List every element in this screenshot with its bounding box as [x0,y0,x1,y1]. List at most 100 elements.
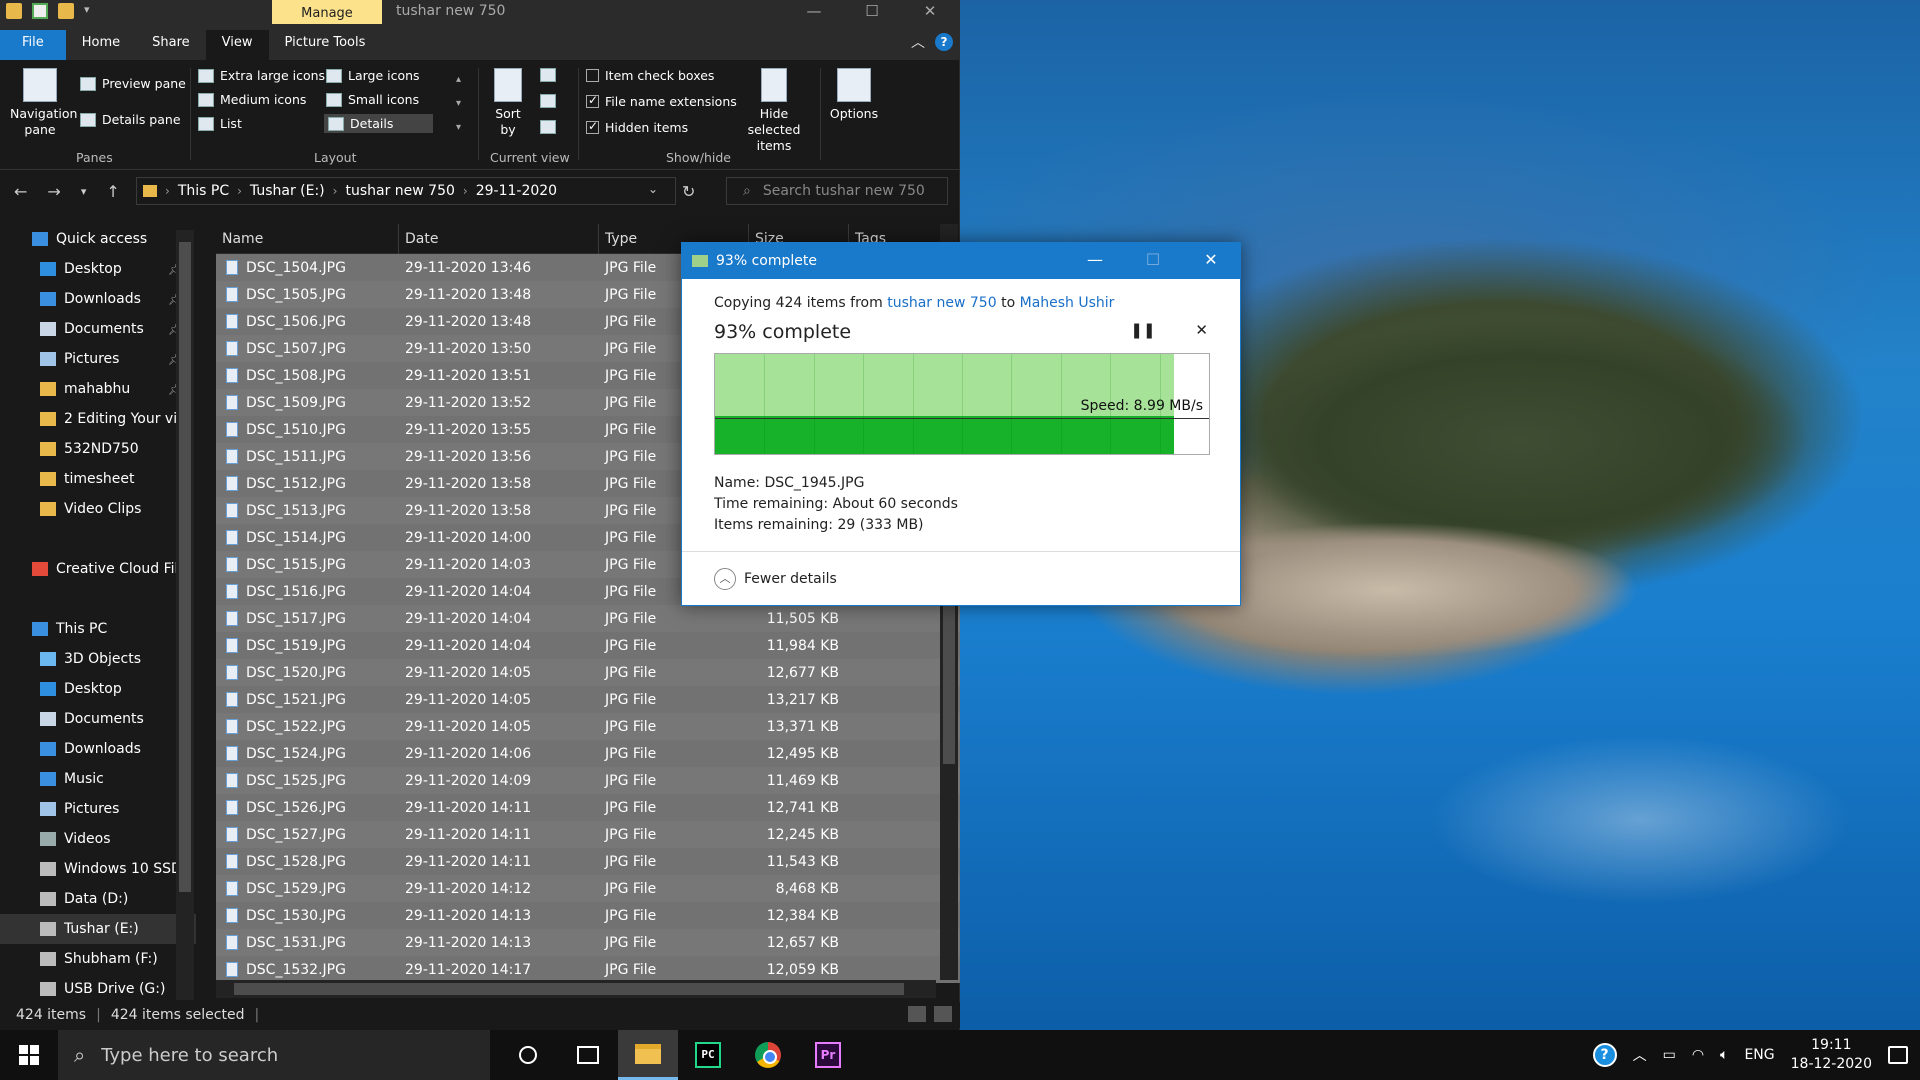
small-icons-option[interactable]: Small icons [326,92,419,107]
hide-selected-items-button[interactable]: Hide selected items [732,68,816,154]
size-columns-button[interactable] [540,120,556,134]
minimize-icon[interactable]: — [1066,243,1124,279]
help-icon[interactable]: ? [1592,1043,1617,1067]
sidebar-item[interactable]: This PC [0,614,196,644]
close-icon[interactable]: ✕ [901,0,959,24]
table-row[interactable]: DSC_1526.JPG 29-11-2020 14:11 JPG File 12,7… [216,794,960,821]
table-row[interactable]: DSC_1530.JPG 29-11-2020 14:13 JPG File 12,3… [216,902,960,929]
sidebar-item[interactable]: Downloads [0,734,196,764]
table-row[interactable]: DSC_1521.JPG 29-11-2020 14:05 JPG File 13,2… [216,686,960,713]
table-row[interactable]: DSC_1529.JPG 29-11-2020 14:12 JPG File 8,46… [216,875,960,902]
breadcrumb-this-pc[interactable]: This PC [178,183,229,199]
add-columns-button[interactable] [540,94,556,108]
list-option[interactable]: List [198,116,242,131]
forward-arrow-icon[interactable]: → [47,182,60,202]
sidebar-item[interactable]: 532ND750 [0,434,196,464]
table-row[interactable]: DSC_1520.JPG 29-11-2020 14:05 JPG File 12,6… [216,659,960,686]
column-header-date[interactable]: Date [399,224,599,254]
clock[interactable]: 19:11 18-12-2020 [1791,1036,1872,1074]
sidebar-item[interactable]: Tushar (E:) [0,914,196,944]
breadcrumb-drive[interactable]: Tushar (E:) [250,183,325,199]
task-view-button[interactable] [558,1030,618,1080]
new-folder-icon[interactable] [58,3,74,19]
preview-pane-button[interactable]: Preview pane [80,76,186,91]
customize-toolbar-icon[interactable]: ▾ [84,3,90,19]
chevron-right-icon[interactable]: › [165,184,170,198]
table-row[interactable]: DSC_1527.JPG 29-11-2020 14:11 JPG File 12,2… [216,821,960,848]
file-name-extensions-checkbox[interactable] [586,93,599,108]
notification-icon[interactable] [1888,1046,1908,1064]
sidebar-item[interactable]: mahabhu📌︎ [0,374,196,404]
premiere-taskbar-button[interactable]: Pr [798,1030,858,1080]
sidebar-item[interactable]: USB Drive (G:) [0,974,196,1000]
table-row[interactable]: DSC_1525.JPG 29-11-2020 14:09 JPG File 11,4… [216,767,960,794]
collapse-ribbon-icon[interactable]: ︿ [911,32,925,52]
up-arrow-icon[interactable]: ↑ [106,182,119,202]
tab-picture-tools[interactable]: Picture Tools [269,30,382,60]
maximize-icon[interactable]: ☐ [843,0,901,24]
start-button[interactable] [0,1030,58,1080]
large-icons-view-icon[interactable] [934,1006,952,1022]
file-explorer-taskbar-button[interactable] [618,1030,678,1080]
search-input[interactable]: ⌕ Search tushar new 750 [726,177,948,205]
chevron-up-icon[interactable]: ︿ [1633,1045,1647,1065]
chrome-taskbar-button[interactable] [738,1030,798,1080]
details-option[interactable]: Details [324,114,434,133]
sidebar-item[interactable]: Quick access [0,224,196,254]
horizontal-scrollbar[interactable] [216,980,936,998]
pycharm-taskbar-button[interactable]: PC [678,1030,738,1080]
source-folder-link[interactable]: tushar new 750 [887,295,996,311]
item-check-boxes-toggle[interactable]: Item check boxes [586,68,714,83]
layout-scroll-icon[interactable]: ▴ ▾ ▾ [456,68,461,140]
scrollbar-thumb[interactable] [234,983,904,995]
recent-locations-icon[interactable]: ▾ [81,182,87,202]
tab-view[interactable]: View [205,30,269,60]
file-name-extensions-toggle[interactable]: File name extensions [586,93,737,109]
sidebar-item[interactable]: Desktop📌︎ [0,254,196,284]
sidebar-item[interactable]: Downloads📌︎ [0,284,196,314]
hidden-items-toggle[interactable]: Hidden items [586,119,688,135]
table-row[interactable]: DSC_1517.JPG 29-11-2020 14:04 JPG File 11,5… [216,605,960,632]
breadcrumb-folder[interactable]: tushar new 750 [345,183,454,199]
scrollbar-thumb[interactable] [179,242,191,892]
large-icons-option[interactable]: Large icons [326,68,420,83]
sidebar-item[interactable]: Windows 10 SSD [0,854,196,884]
folder-icon[interactable] [6,3,22,19]
help-icon[interactable]: ? [935,33,953,51]
hidden-items-checkbox[interactable] [586,119,599,134]
chevron-right-icon[interactable]: › [237,184,242,198]
sidebar-item[interactable]: Data (D:) [0,884,196,914]
refresh-icon[interactable]: ↻ [682,182,695,201]
navigation-scrollbar[interactable] [176,230,194,1000]
close-icon[interactable]: ✕ [1182,243,1240,279]
tab-share[interactable]: Share [136,30,206,60]
sort-by-button[interactable]: Sort by [488,68,528,138]
battery-icon[interactable]: ▭ [1663,1047,1676,1063]
minimize-icon[interactable]: — [785,0,843,24]
sidebar-item[interactable]: Pictures [0,794,196,824]
item-check-boxes-checkbox[interactable] [586,69,599,82]
chevron-right-icon[interactable]: › [333,184,338,198]
options-button[interactable]: Options [826,68,882,122]
sidebar-item[interactable]: 3D Objects [0,644,196,674]
sidebar-item[interactable]: Documents📌︎ [0,314,196,344]
sidebar-item[interactable]: 2 Editing Your vi [0,404,196,434]
navigation-pane-button[interactable]: Navigation pane [10,68,77,138]
medium-icons-option[interactable]: Medium icons [198,92,306,107]
table-row[interactable]: DSC_1522.JPG 29-11-2020 14:05 JPG File 13,3… [216,713,960,740]
language-indicator[interactable]: ENG [1744,1047,1774,1063]
table-row[interactable]: DSC_1531.JPG 29-11-2020 14:13 JPG File 12,6… [216,929,960,956]
fewer-details-button[interactable]: ︿ Fewer details [682,551,1240,605]
column-header-name[interactable]: Name [216,224,399,254]
volume-icon[interactable]: 🔈︎ [1720,1047,1728,1063]
properties-icon[interactable] [32,3,48,19]
table-row[interactable]: DSC_1519.JPG 29-11-2020 14:04 JPG File 11,9… [216,632,960,659]
destination-folder-link[interactable]: Mahesh Ushir [1020,295,1115,311]
cortana-button[interactable] [498,1030,558,1080]
tab-file[interactable]: File [0,30,66,60]
sidebar-item[interactable]: Music [0,764,196,794]
pause-icon[interactable]: ❚❚ [1130,321,1155,339]
sidebar-item[interactable]: Desktop [0,674,196,704]
cancel-icon[interactable]: ✕ [1195,321,1208,339]
sidebar-item[interactable]: Pictures📌︎ [0,344,196,374]
